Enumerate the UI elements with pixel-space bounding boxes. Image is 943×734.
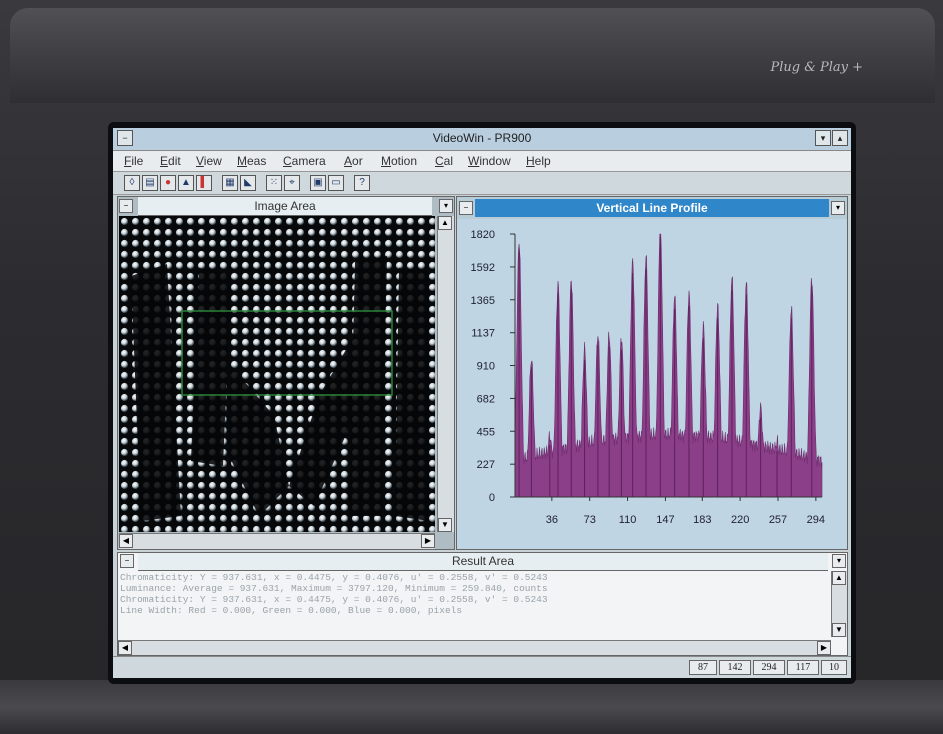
scroll-down-arrow[interactable]: ▼	[832, 623, 846, 637]
x-tick-label: 183	[693, 514, 711, 526]
scroll-right-arrow[interactable]: ▶	[817, 641, 831, 655]
result-area-control-button[interactable]: −	[120, 554, 134, 568]
image-horizontal-scrollbar[interactable]: ◀ ▶	[119, 533, 435, 549]
crosshair-icon[interactable]: ⌖	[284, 175, 300, 191]
scroll-up-arrow[interactable]: ▲	[832, 571, 846, 585]
profile-control-button[interactable]: −	[459, 201, 473, 215]
x-tick-label: 294	[807, 514, 825, 526]
status-cell: 87	[689, 660, 717, 675]
menu-motion[interactable]: Motion	[381, 154, 417, 168]
status-cell: 294	[753, 660, 785, 675]
image-area-window: − Image Area ▾ ▲ ▼ ◀ ▶	[117, 196, 455, 550]
image-vertical-scrollbar[interactable]: ▲ ▼	[437, 216, 454, 532]
y-tick-label: 682	[477, 393, 495, 405]
help-icon[interactable]: ?	[354, 175, 370, 191]
minimize-button[interactable]: ▾	[815, 130, 831, 146]
result-line: Luminance: Average = 937.631, Maximum = …	[120, 583, 548, 594]
monitor-bezel-bottom	[0, 680, 943, 734]
scroll-left-arrow[interactable]: ◀	[118, 641, 132, 655]
result-line: Line Width: Red = 0.000, Green = 0.000, …	[120, 605, 463, 616]
image-area-title: Image Area	[138, 197, 432, 216]
status-bar: 87 142 294 117 10	[113, 656, 851, 678]
y-tick-label: 0	[489, 492, 495, 504]
menu-help[interactable]: Help	[526, 154, 551, 168]
result-text: Chromaticity: Y = 937.631, x = 0.4475, y…	[120, 572, 825, 616]
menu-aor[interactable]: Aor	[344, 154, 363, 168]
profile-chart: 0 227 455 682 910 1137 1365 1592 1820 36 73 110 147 1…	[471, 229, 826, 526]
menu-view[interactable]: View	[196, 154, 222, 168]
image-area-control-button[interactable]: −	[119, 199, 133, 213]
x-tick-label: 110	[619, 514, 637, 526]
x-tick-label: 36	[546, 514, 558, 526]
profile-icon[interactable]: ◣	[240, 175, 256, 191]
status-cell: 10	[821, 660, 847, 675]
result-horizontal-scrollbar[interactable]: ◀ ▶	[118, 640, 831, 655]
scroll-down-arrow[interactable]: ▼	[438, 518, 452, 532]
app-window: − VideoWin - PR900 ▾ ▴ File Edit View Me…	[113, 128, 851, 678]
result-line: Chromaticity: Y = 937.631, x = 0.4475, y…	[120, 572, 548, 583]
scroll-right-arrow[interactable]: ▶	[421, 534, 435, 548]
toolbar: ◊ ▤ ● ▲ ▌ ▦ ◣ ⁙ ⌖ ▣ ▭ ?	[113, 172, 851, 195]
menu-window[interactable]: Window	[468, 154, 511, 168]
result-vertical-scrollbar[interactable]: ▲ ▼	[831, 571, 847, 637]
monitor-brand: Plug & Play +	[770, 60, 863, 75]
lamp-icon[interactable]: ◊	[124, 175, 140, 191]
x-tick-label: 257	[769, 514, 787, 526]
x-tick-label: 147	[656, 514, 674, 526]
triangle-icon[interactable]: ▲	[178, 175, 194, 191]
scroll-left-arrow[interactable]: ◀	[119, 534, 133, 548]
scroll-up-arrow[interactable]: ▲	[438, 216, 452, 230]
result-area-dropdown-button[interactable]: ▾	[832, 554, 846, 568]
result-area-title: Result Area	[138, 553, 828, 571]
status-cell: 117	[787, 660, 819, 675]
y-tick-label: 1820	[471, 229, 495, 241]
disk-icon[interactable]: ▭	[328, 175, 344, 191]
profile-plot: 0 227 455 682 910 1137 1365 1592 1820 36 73 110 147 1…	[457, 219, 847, 549]
y-tick-label: 1137	[471, 328, 495, 340]
y-tick-label: 910	[477, 361, 495, 373]
menu-meas[interactable]: Meas	[237, 154, 266, 168]
led-matrix-image	[119, 216, 435, 532]
profile-dropdown-button[interactable]: ▾	[831, 201, 845, 215]
profile-window: − Vertical Line Profile ▾ 0 227 455 682 910 1…	[456, 196, 848, 550]
y-tick-label: 227	[477, 459, 495, 471]
x-tick-label: 220	[731, 514, 749, 526]
profile-area-series	[514, 233, 823, 498]
menu-file[interactable]: File	[124, 154, 143, 168]
color-icon[interactable]: ●	[160, 175, 176, 191]
menu-camera[interactable]: Camera	[283, 154, 326, 168]
grid-icon[interactable]: ▦	[222, 175, 238, 191]
result-line: Chromaticity: Y = 937.631, x = 0.4475, y…	[120, 594, 548, 605]
calc-icon[interactable]: ▣	[310, 175, 326, 191]
menu-cal[interactable]: Cal	[435, 154, 453, 168]
target-icon[interactable]: ⁙	[266, 175, 282, 191]
monitor: Plug & Play + − VideoWin - PR900 ▾ ▴ Fil…	[0, 0, 943, 734]
result-area-window: − Result Area ▾ Chromaticity: Y = 937.63…	[117, 552, 848, 656]
image-area-dropdown-button[interactable]: ▾	[439, 199, 453, 213]
y-tick-label: 1365	[471, 295, 495, 307]
profile-title: Vertical Line Profile	[475, 199, 829, 217]
maximize-button[interactable]: ▴	[832, 130, 848, 146]
menu-bar: File Edit View Meas Camera Aor Motion Ca…	[113, 151, 851, 172]
x-tick-label: 73	[584, 514, 596, 526]
title-bar: − VideoWin - PR900 ▾ ▴	[113, 128, 851, 151]
menu-edit[interactable]: Edit	[160, 154, 181, 168]
print-icon[interactable]: ▤	[142, 175, 158, 191]
monitor-bezel-top	[10, 8, 935, 103]
y-tick-label: 1592	[471, 262, 495, 274]
status-cell: 142	[719, 660, 751, 675]
image-canvas[interactable]	[119, 216, 435, 532]
palette-icon[interactable]: ▌	[196, 175, 212, 191]
y-tick-label: 455	[477, 426, 495, 438]
window-title: VideoWin - PR900	[432, 131, 532, 145]
